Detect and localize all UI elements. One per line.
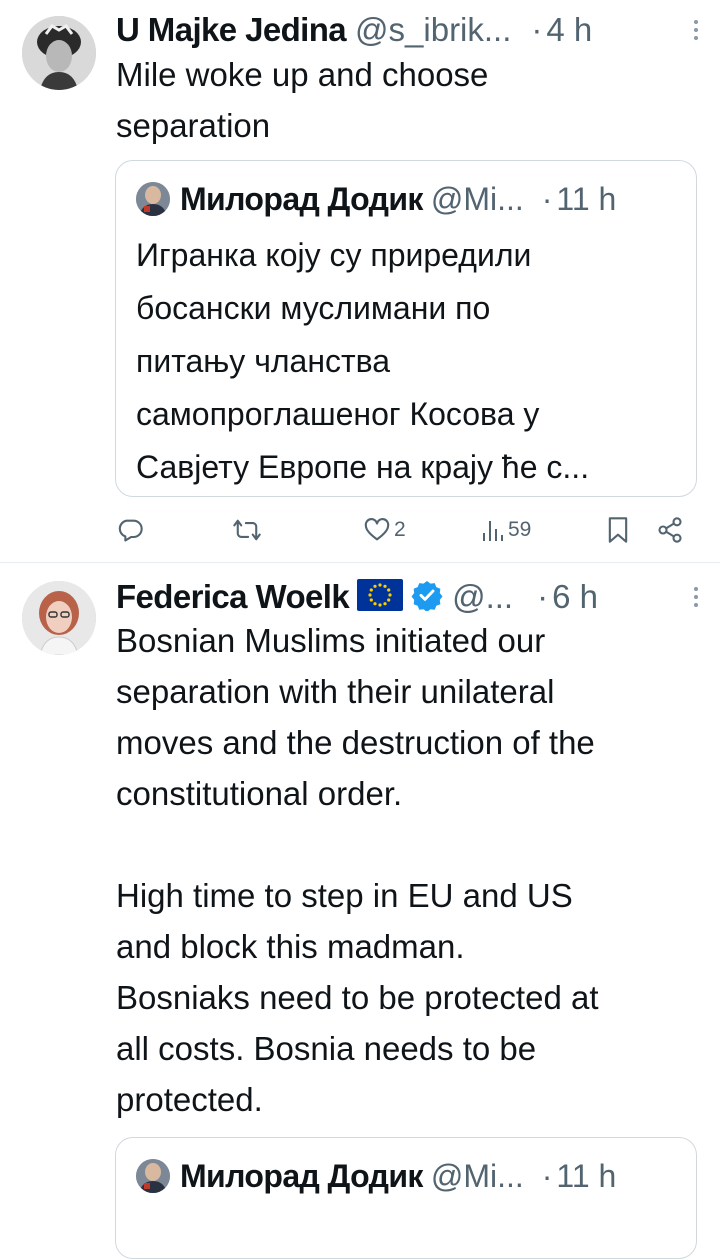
- quoted-tweet[interactable]: Милорад Додик @Mi... · 11 h Игранка коју…: [115, 160, 697, 497]
- quoted-handle: @Mi...: [430, 180, 524, 217]
- verified-icon[interactable]: [411, 579, 443, 616]
- quoted-tweet[interactable]: Милорад Додик @Mi... · 11 h: [115, 1137, 697, 1259]
- quoted-tweet-header: Милорад Додик @Mi... · 11 h: [136, 177, 686, 221]
- tweet-text: Bosnian Muslims initiated our separation…: [116, 622, 599, 1118]
- separator-dot: ·: [537, 578, 549, 615]
- display-name[interactable]: Federica Woelk: [116, 578, 350, 616]
- quoted-display-name: Милорад Додик: [180, 1157, 423, 1194]
- quoted-avatar: [136, 1159, 170, 1193]
- handle[interactable]: @s_ibrik...: [355, 11, 511, 49]
- quoted-tweet-header: Милорад Додик @Mi... · 11 h: [136, 1154, 686, 1198]
- separator-dot: ·: [531, 11, 543, 48]
- display-name[interactable]: U Majke Jedina: [116, 11, 347, 49]
- more-icon[interactable]: [686, 579, 706, 615]
- bookmark-button[interactable]: [606, 510, 630, 550]
- views-icon: [483, 521, 503, 541]
- tweet-text: Mile woke up and choose separation: [116, 56, 489, 144]
- tweet-1[interactable]: U Majke Jedina @s_ibrik... · 4 h Mile wo…: [0, 0, 720, 562]
- separator-dot: ·: [541, 1157, 553, 1194]
- retweet-icon: [233, 519, 261, 541]
- handle[interactable]: @...: [452, 578, 513, 616]
- reply-icon: [118, 519, 143, 542]
- tweet-header: U Majke Jedina @s_ibrik... · 4 h: [116, 8, 706, 52]
- eu-flag-icon: [357, 578, 404, 616]
- timestamp[interactable]: 4 h: [546, 11, 592, 49]
- bookmark-icon: [608, 517, 628, 543]
- avatar[interactable]: [22, 16, 96, 90]
- quoted-display-name: Милорад Додик: [180, 180, 423, 217]
- tweet-2[interactable]: Federica Woelk @... · 6 h Bosnian Muslim…: [0, 563, 720, 1259]
- share-button[interactable]: [656, 510, 684, 550]
- quoted-tweet-text: Игранка коју су приредили босански мусли…: [136, 237, 590, 485]
- like-count: 2: [394, 518, 406, 541]
- action-bar: 2 59: [116, 510, 696, 550]
- quoted-handle: @Mi...: [430, 1157, 524, 1194]
- more-icon[interactable]: [686, 12, 706, 48]
- retweet-button[interactable]: [232, 510, 262, 550]
- like-icon: [364, 518, 390, 541]
- quoted-timestamp: 11 h: [556, 180, 617, 217]
- separator-dot: ·: [541, 180, 553, 217]
- quoted-avatar: [136, 182, 170, 216]
- like-button[interactable]: 2: [362, 510, 406, 550]
- views-button[interactable]: 59: [482, 510, 531, 550]
- avatar[interactable]: [22, 581, 96, 655]
- view-count: 59: [508, 518, 532, 541]
- quoted-timestamp: 11 h: [556, 1157, 617, 1194]
- timestamp[interactable]: 6 h: [552, 578, 598, 616]
- share-icon: [658, 517, 682, 543]
- reply-button[interactable]: [116, 510, 144, 550]
- tweet-header: Federica Woelk @... · 6 h: [116, 575, 706, 619]
